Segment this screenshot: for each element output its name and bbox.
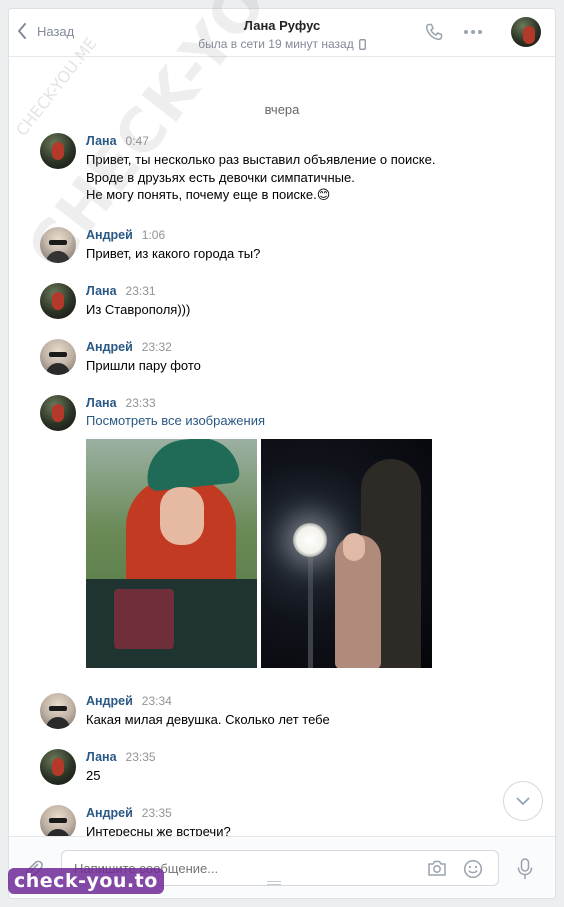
header-actions (425, 23, 483, 41)
author-name[interactable]: Андрей (86, 694, 133, 708)
message-time[interactable]: 23:35 (126, 750, 156, 764)
avatar[interactable] (40, 693, 76, 729)
message-text: Пришли пару фото (86, 358, 201, 373)
message-time[interactable]: 0:47 (126, 134, 149, 148)
resize-handle[interactable] (267, 881, 281, 885)
message-item: Андрей 1:06 Привет, из какого города ты? (40, 227, 260, 263)
chat-window: Назад Лана Руфус была в сети 19 минут на… (8, 8, 556, 899)
scroll-down-button[interactable] (503, 781, 543, 821)
message-item: Андрей 23:32 Пришли пару фото (40, 339, 201, 375)
message-text: Привет, ты несколько раз выставил объявл… (86, 151, 435, 204)
message-text: 25 (86, 768, 101, 783)
photo-attachment[interactable] (86, 439, 257, 668)
message-item: Лана 23:31 Из Ставрополя))) (40, 283, 190, 319)
avatar[interactable] (40, 227, 76, 263)
message-text: Из Ставрополя))) (86, 302, 191, 317)
more-dots-icon[interactable] (463, 29, 483, 35)
brand-watermark: check-you.to (8, 868, 164, 894)
photo-attachment[interactable] (261, 439, 432, 668)
avatar[interactable] (40, 283, 76, 319)
avatar (511, 17, 541, 47)
message-item: Лана 0:47 Привет, ты несколько раз выстав… (40, 133, 435, 204)
avatar[interactable] (40, 133, 76, 169)
smile-icon[interactable] (463, 859, 483, 879)
author-name[interactable]: Андрей (86, 806, 133, 820)
phone-icon[interactable] (425, 23, 443, 41)
author-name[interactable]: Лана (86, 134, 117, 148)
photo-attachments (86, 439, 432, 668)
message-line: Вроде в друзьях есть девочки симпатичные… (86, 169, 355, 185)
microphone-icon[interactable] (517, 858, 533, 880)
mobile-icon (358, 38, 366, 50)
day-separator: вчера (264, 102, 300, 117)
avatar[interactable] (40, 395, 76, 431)
author-name[interactable]: Лана (86, 396, 117, 410)
message-item: Андрей 23:34 Какая милая девушка. Сколько… (40, 693, 330, 729)
avatar[interactable] (40, 749, 76, 785)
status-text: была в сети 19 минут назад (198, 37, 354, 51)
avatar[interactable] (40, 339, 76, 375)
author-name[interactable]: Андрей (86, 340, 133, 354)
message-line: Не могу понять, почему еще в поиске.😊 (86, 187, 331, 202)
chevron-down-icon (516, 797, 530, 805)
input-actions (427, 859, 483, 879)
contact-avatar[interactable] (511, 17, 541, 47)
message-time[interactable]: 23:32 (142, 340, 172, 354)
online-status: была в сети 19 минут назад (198, 37, 366, 51)
message-text: Какая милая девушка. Сколько лет тебе (86, 712, 330, 727)
view-all-images-link[interactable]: Посмотреть все изображения (86, 413, 432, 428)
message-time[interactable]: 23:31 (126, 284, 156, 298)
message-time[interactable]: 23:34 (142, 694, 172, 708)
author-name[interactable]: Лана (86, 284, 117, 298)
message-line: Привет, ты несколько раз выставил объявл… (86, 152, 436, 167)
message-time[interactable]: 23:33 (126, 396, 156, 410)
message-time[interactable]: 1:06 (142, 228, 165, 242)
message-text: Привет, из какого города ты? (86, 246, 261, 261)
author-name[interactable]: Лана (86, 750, 117, 764)
author-name[interactable]: Андрей (86, 228, 133, 242)
message-time[interactable]: 23:35 (142, 806, 172, 820)
camera-icon[interactable] (427, 859, 447, 877)
message-item: Лана 23:33 Посмотреть все изображения (40, 395, 432, 668)
message-item: Лана 23:35 25 (40, 749, 156, 785)
